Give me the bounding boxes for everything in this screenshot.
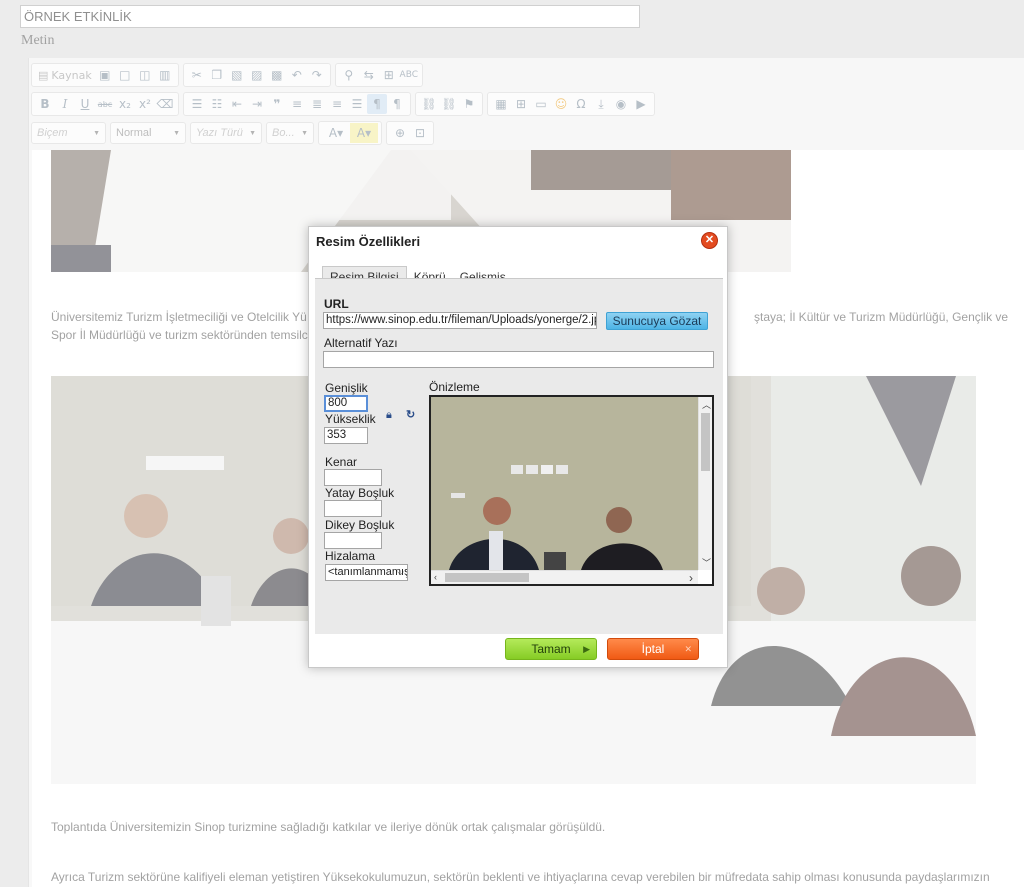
scroll-left-icon[interactable]: ‹	[434, 572, 437, 582]
border-input[interactable]	[324, 469, 382, 486]
preview-image	[431, 397, 698, 570]
preview-horizontal-scrollbar[interactable]: ‹ ›	[431, 570, 698, 584]
align-select[interactable]: <tanımlanmamış> ⌵	[325, 564, 408, 581]
url-input[interactable]: https://www.sinop.edu.tr/fileman/Uploads…	[323, 312, 597, 329]
ok-button[interactable]: Tamam ▶	[505, 638, 597, 660]
reset-size-icon[interactable]: ↻	[406, 408, 415, 421]
dialog-title: Resim Özellikleri	[316, 234, 421, 249]
align-label: Hizalama	[325, 549, 376, 563]
alt-text-label: Alternatif Yazı	[324, 336, 398, 350]
hspace-input[interactable]	[324, 500, 382, 517]
vspace-label: Dikey Boşluk	[325, 518, 395, 532]
preview-vertical-scrollbar[interactable]: ︿ ﹀	[698, 397, 712, 570]
vertical-scroll-thumb[interactable]	[701, 413, 710, 471]
height-label: Yükseklik	[325, 412, 376, 426]
ok-button-label: Tamam	[531, 642, 571, 656]
scroll-right-icon[interactable]: ›	[689, 571, 693, 584]
chevron-down-icon: ⌵	[397, 567, 404, 577]
lock-ratio-icon[interactable]: 🔒︎	[386, 409, 392, 422]
align-select-value: <tanımlanmamış>	[328, 566, 408, 578]
border-label: Kenar	[325, 455, 358, 469]
image-properties-dialog: Resim Özellikleri ✕ Resim Bilgisi Köprü …	[308, 226, 728, 668]
close-x-icon: ✕	[684, 644, 692, 654]
width-input[interactable]: 800	[324, 395, 368, 412]
height-input[interactable]: 353	[324, 427, 368, 444]
vspace-input[interactable]	[324, 532, 382, 549]
url-label: URL	[324, 297, 349, 311]
width-label: Genişlik	[325, 381, 368, 395]
browse-server-button[interactable]: Sunucuya Gözat	[606, 312, 708, 330]
arrow-right-icon: ▶	[583, 644, 590, 654]
scroll-down-icon[interactable]: ﹀	[702, 556, 711, 569]
horizontal-scroll-thumb[interactable]	[445, 573, 529, 582]
cancel-button-label: İptal	[641, 642, 665, 656]
image-preview: ︿ ﹀ ‹ ›	[429, 395, 714, 586]
scroll-up-icon[interactable]: ︿	[702, 398, 711, 411]
cancel-button[interactable]: İptal ✕	[607, 638, 699, 660]
dialog-body: URL https://www.sinop.edu.tr/fileman/Upl…	[315, 278, 723, 634]
preview-label: Önizleme	[429, 380, 480, 394]
alt-text-input[interactable]	[323, 351, 714, 368]
close-icon[interactable]: ✕	[701, 232, 718, 249]
hspace-label: Yatay Boşluk	[325, 486, 395, 500]
